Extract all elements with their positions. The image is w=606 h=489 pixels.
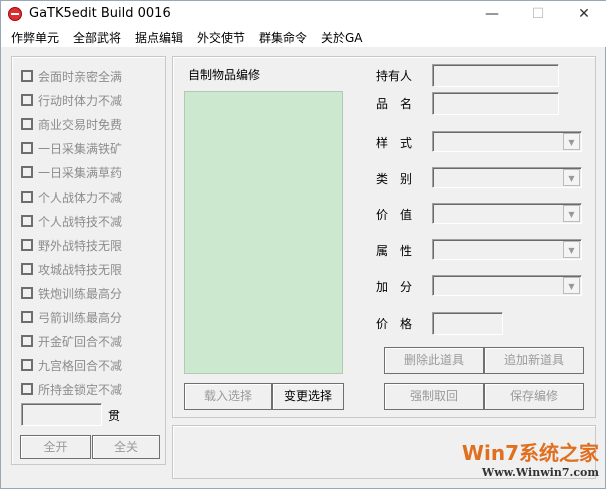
item-list[interactable] bbox=[184, 91, 343, 374]
menu-cheats[interactable]: 作弊单元 bbox=[11, 29, 59, 46]
change-selection-button[interactable]: 变更选择 bbox=[272, 383, 344, 410]
add-item-button[interactable]: 追加新道具 bbox=[484, 347, 584, 374]
cheat-option-label[interactable]: 铁炮训练最高分 bbox=[38, 285, 122, 302]
all-on-button[interactable]: 全开 bbox=[20, 435, 91, 459]
menu-strongholds[interactable]: 据点编辑 bbox=[135, 29, 183, 46]
cheat-option-label[interactable]: 弓箭训练最高分 bbox=[38, 309, 122, 326]
cheat-option-label[interactable]: 攻城战特技无限 bbox=[38, 261, 122, 278]
cheat-checkbox[interactable] bbox=[21, 286, 33, 299]
cheat-checkbox[interactable] bbox=[21, 142, 33, 155]
cheat-checkbox[interactable] bbox=[21, 70, 33, 82]
cheat-checkbox[interactable] bbox=[21, 214, 33, 227]
minimize-button[interactable]: — bbox=[469, 1, 515, 27]
cheat-checkbox[interactable] bbox=[21, 359, 33, 372]
menu-diplomacy[interactable]: 外交使节 bbox=[197, 29, 245, 46]
cheat-option-label[interactable]: 九宫格回合不减 bbox=[38, 357, 122, 374]
owner-label: 持有人 bbox=[376, 69, 413, 83]
cheat-option-label[interactable]: 个人战体力不减 bbox=[38, 189, 122, 206]
watermark: Win7系统之家 Www.Winwin7.com bbox=[462, 437, 599, 479]
maximize-button[interactable]: ☐ bbox=[515, 1, 561, 27]
attribute-label: 属 性 bbox=[376, 244, 413, 258]
cheat-checkbox[interactable] bbox=[21, 262, 33, 275]
cheat-option-label[interactable]: 一日采集满草药 bbox=[38, 164, 122, 181]
style-label: 样 式 bbox=[376, 136, 413, 150]
menu-generals[interactable]: 全部武将 bbox=[73, 29, 121, 46]
chevron-down-icon[interactable]: ▼ bbox=[563, 133, 580, 150]
chevron-down-icon[interactable]: ▼ bbox=[563, 169, 580, 186]
app-icon bbox=[8, 7, 22, 21]
cheat-checkbox[interactable] bbox=[21, 311, 33, 323]
cheat-option-label[interactable]: 会面时亲密全满 bbox=[38, 68, 122, 85]
cheat-option-label[interactable]: 开金矿回合不减 bbox=[38, 333, 122, 350]
chevron-down-icon[interactable]: ▼ bbox=[563, 241, 580, 258]
cheat-checkbox[interactable] bbox=[21, 238, 33, 251]
cheat-checkbox[interactable] bbox=[21, 94, 33, 107]
load-selection-button[interactable]: 载入选择 bbox=[184, 383, 272, 410]
cheat-checkbox[interactable] bbox=[21, 118, 33, 131]
price-label: 价 格 bbox=[376, 317, 413, 331]
cheat-checkbox[interactable] bbox=[21, 190, 33, 203]
value-select[interactable]: ▼ bbox=[432, 203, 582, 224]
chevron-down-icon[interactable]: ▼ bbox=[563, 277, 580, 294]
owner-input[interactable] bbox=[432, 64, 559, 87]
menu-about[interactable]: 关於GA bbox=[321, 29, 363, 46]
price-input[interactable] bbox=[432, 312, 503, 335]
force-retrieve-button[interactable]: 强制取回 bbox=[384, 383, 484, 410]
name-input[interactable] bbox=[432, 92, 559, 115]
bonus-select[interactable]: ▼ bbox=[432, 275, 582, 296]
bonus-label: 加 分 bbox=[376, 280, 413, 294]
name-label: 品 名 bbox=[376, 97, 413, 111]
save-edit-button[interactable]: 保存编修 bbox=[484, 383, 584, 410]
delete-item-button[interactable]: 删除此道具 bbox=[384, 347, 484, 374]
category-label: 类 别 bbox=[376, 172, 413, 186]
cheat-option-label[interactable]: 个人战特技不减 bbox=[38, 213, 122, 230]
money-unit: 贯 bbox=[108, 409, 121, 423]
category-select[interactable]: ▼ bbox=[432, 167, 582, 188]
cheat-option-label[interactable]: 商业交易时免费 bbox=[38, 116, 122, 133]
chevron-down-icon[interactable]: ▼ bbox=[563, 205, 580, 222]
window-title: GaTK5edit Build 0016 bbox=[29, 6, 171, 21]
cheat-checkbox[interactable] bbox=[21, 335, 33, 348]
cheat-option-label[interactable]: 行动时体力不减 bbox=[38, 92, 122, 109]
all-off-button[interactable]: 全关 bbox=[92, 435, 160, 459]
style-select[interactable]: ▼ bbox=[432, 131, 582, 152]
cheat-option-label[interactable]: 所持金锁定不减 bbox=[38, 381, 122, 398]
watermark-brand: Win7系统之家 bbox=[461, 441, 599, 465]
menu-group-command[interactable]: 群集命令 bbox=[259, 29, 307, 46]
money-input[interactable] bbox=[21, 403, 102, 426]
value-label: 价 值 bbox=[376, 208, 413, 222]
attribute-select[interactable]: ▼ bbox=[432, 239, 582, 260]
cheat-checkbox[interactable] bbox=[21, 383, 33, 396]
watermark-url: Www.Winwin7.com bbox=[481, 466, 599, 479]
cheat-checkbox[interactable] bbox=[21, 166, 33, 179]
close-button[interactable]: ✕ bbox=[561, 1, 606, 27]
items-title: 自制物品编修 bbox=[188, 68, 261, 82]
cheat-option-label[interactable]: 野外战特技无限 bbox=[38, 237, 122, 254]
cheat-option-label[interactable]: 一日采集满铁矿 bbox=[38, 140, 122, 157]
